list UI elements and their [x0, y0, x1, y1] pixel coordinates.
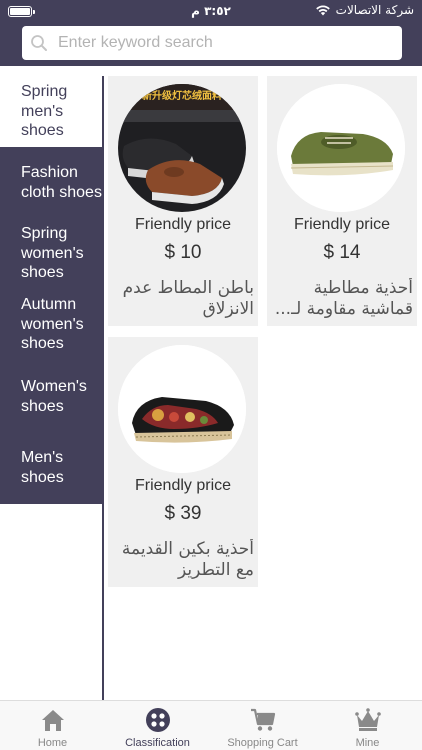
header	[0, 22, 422, 66]
black-brown-slip-on-shoes-image: 新升级灯芯绒面料	[118, 84, 246, 212]
crown-icon	[355, 708, 381, 731]
category-label: Fashion cloth shoes	[21, 164, 102, 201]
product-card[interactable]: Friendly price $ 39 أحذية بكين القديمة م…	[108, 337, 258, 587]
category-label: Autumn women's shoes	[21, 296, 84, 353]
product-price: $ 10	[164, 242, 202, 263]
product-image	[118, 345, 246, 473]
product-image: 新升级灯芯绒面料	[118, 84, 246, 212]
product-price: $ 14	[323, 242, 361, 263]
category-autumn-womens-shoes[interactable]: Autumn women's shoes	[0, 289, 102, 360]
tab-bar: Home Classification Shopping Cart Mine	[0, 700, 422, 750]
tab-label: Classification	[125, 737, 190, 749]
category-label: Spring women's shoes	[21, 225, 84, 282]
product-card[interactable]: Friendly price $ 14 أحذية مطاطية قماشية …	[267, 76, 417, 326]
product-name: أحذية مطاطية قماشية مقاومة لـ...	[274, 278, 413, 319]
category-label: Spring men's shoes	[21, 83, 68, 140]
status-bar: ٣:٥٢ م شركة الاتصالات	[0, 0, 422, 22]
tab-classification[interactable]: Classification	[105, 701, 210, 750]
price-label: Friendly price	[134, 216, 232, 233]
tab-label: Mine	[355, 737, 380, 749]
green-canvas-shoes-image	[277, 84, 405, 212]
category-label: Men's shoes	[21, 449, 64, 486]
product-name: أحذية بكين القديمة مع التطريز	[121, 539, 254, 580]
category-spring-womens-shoes[interactable]: Spring women's shoes	[0, 218, 102, 289]
wifi-icon	[315, 5, 330, 16]
embroidered-beijing-shoes-image	[118, 345, 246, 473]
product-price: $ 39	[164, 503, 202, 524]
product-name: باطن المطاط عدم الانزلاق	[122, 278, 254, 319]
tab-home[interactable]: Home	[0, 701, 105, 750]
search-icon	[31, 35, 47, 51]
tab-label: Shopping Cart	[227, 737, 298, 749]
category-spring-mens-shoes[interactable]: Spring men's shoes	[0, 76, 102, 147]
category-sidebar: Spring men's shoes Fashion cloth shoes S…	[0, 76, 102, 504]
tab-mine[interactable]: Mine	[315, 701, 420, 750]
category-label: Women's shoes	[21, 378, 87, 415]
product-card[interactable]: 新升级灯芯绒面料 Friendly price $ 10 باطن المطاط…	[108, 76, 258, 326]
price-label: Friendly price	[293, 216, 391, 233]
cart-icon	[251, 708, 276, 731]
category-fashion-cloth-shoes[interactable]: Fashion cloth shoes	[0, 147, 102, 218]
category-womens-shoes[interactable]: Women's shoes	[0, 361, 102, 432]
carrier-name: شركة الاتصالات	[335, 3, 414, 17]
product-grid: 新升级灯芯绒面料 Friendly price $ 10 باطن المطاط…	[104, 66, 422, 700]
product-image	[277, 84, 405, 212]
search-input[interactable]	[58, 26, 394, 60]
tab-shopping-cart[interactable]: Shopping Cart	[210, 701, 315, 750]
classification-icon	[146, 708, 170, 732]
home-icon	[42, 710, 64, 731]
category-mens-shoes[interactable]: Men's shoes	[0, 432, 102, 503]
tab-label: Home	[37, 737, 68, 749]
svg-text:新升级灯芯绒面料: 新升级灯芯绒面料	[142, 89, 222, 102]
price-label: Friendly price	[134, 477, 232, 494]
search-box[interactable]	[22, 26, 402, 60]
